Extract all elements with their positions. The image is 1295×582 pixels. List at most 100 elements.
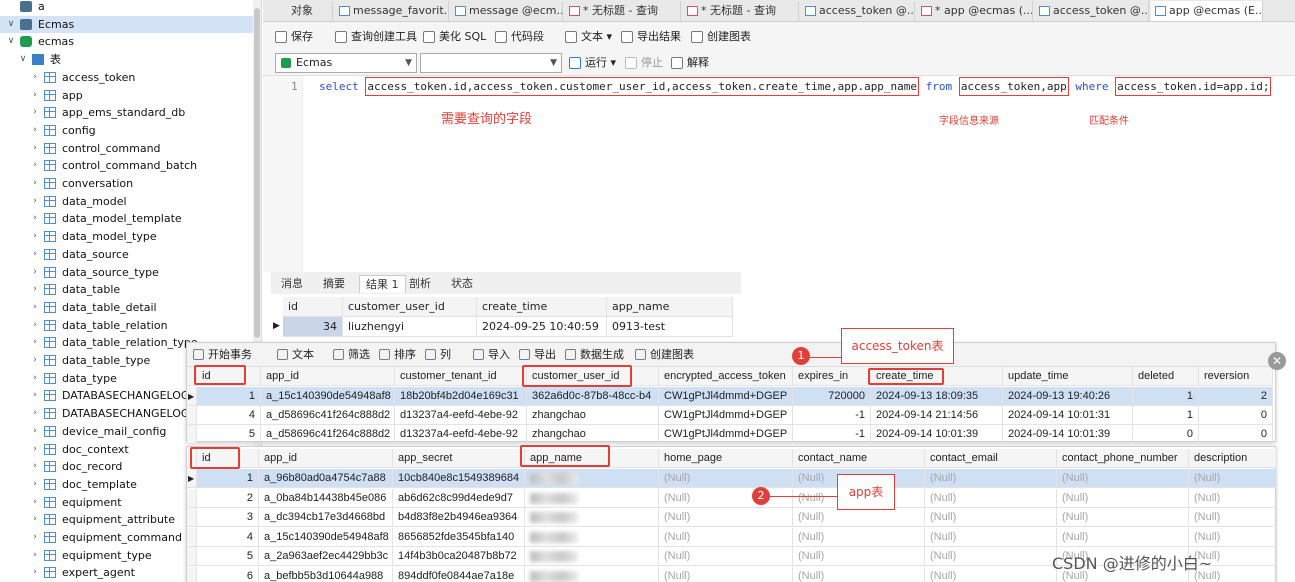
column-header[interactable]: contact_phone_number	[1057, 449, 1189, 468]
column-header[interactable]: app_secret	[393, 449, 525, 468]
editor-tab[interactable]: message_favorit...	[335, 1, 449, 21]
chevron-right-icon[interactable]: ›	[30, 476, 40, 493]
close-icon[interactable]: ✕	[1268, 352, 1286, 370]
grid-cell[interactable]: a_dc394cb17e3d4668bd	[259, 508, 393, 527]
tree-item[interactable]: › config	[0, 122, 261, 139]
grid-cell[interactable]: ab6d62c8c99d4ede9d7	[393, 488, 525, 508]
row-pointer-icon[interactable]: ▶	[187, 469, 197, 488]
grid-cell[interactable]	[525, 566, 659, 582]
chevron-right-icon[interactable]: ›	[30, 547, 40, 564]
chevron-right-icon[interactable]: ›	[30, 564, 40, 581]
grid-cell[interactable]: (Null)	[793, 547, 925, 566]
chevron-down-icon[interactable]: ∨	[18, 51, 28, 68]
import-button[interactable]: 导入	[473, 348, 510, 362]
grid-cell[interactable]: d13237a4-eefd-4ebe-92	[395, 425, 527, 444]
grid-cell[interactable]: 3	[197, 508, 259, 527]
result-column-header[interactable]: create_time	[477, 297, 607, 317]
connection-select[interactable]: Ecmas ▼	[275, 53, 417, 73]
tree-item[interactable]: › app_ems_standard_db	[0, 104, 261, 121]
chevron-right-icon[interactable]: ›	[30, 317, 40, 334]
grid-cell[interactable]: 2024-09-14 10:01:39	[1003, 425, 1133, 444]
grid-cell[interactable]: zhangchao	[527, 425, 659, 444]
export-button[interactable]: 导出	[519, 348, 556, 362]
row-header[interactable]	[187, 566, 197, 582]
grid-cell[interactable]: (Null)	[659, 469, 793, 488]
column-header[interactable]: home_page	[659, 449, 793, 468]
grid-cell[interactable]	[525, 527, 659, 547]
grid-cell[interactable]: 2024-09-14 10:01:31	[1003, 406, 1133, 425]
chevron-right-icon[interactable]: ›	[30, 370, 40, 387]
grid-cell[interactable]: (Null)	[659, 488, 793, 508]
chevron-right-icon[interactable]: ›	[30, 387, 40, 404]
tree-item[interactable]: › conversation	[0, 175, 261, 192]
grid-cell[interactable]: a_15c140390de54948af8	[261, 387, 395, 406]
chevron-right-icon[interactable]: ›	[30, 140, 40, 157]
editor-tab[interactable]: * 无标题 - 查询	[683, 1, 799, 21]
grid-cell[interactable]: 5	[197, 425, 261, 444]
save-button[interactable]: 保存	[275, 29, 313, 45]
grid-cell[interactable]: CW1gPtJl4dmmd+DGEP	[659, 425, 793, 444]
grid-cell[interactable]: a_96b80ad0a4754c7a88	[259, 469, 393, 488]
row-header[interactable]	[187, 488, 197, 508]
grid-cell[interactable]: 6	[197, 566, 259, 582]
editor-tab[interactable]: 对象	[285, 1, 333, 21]
tree-item[interactable]: › data_table_detail	[0, 299, 261, 316]
tree-item[interactable]: › data_source	[0, 246, 261, 263]
grid-cell[interactable]: (Null)	[925, 547, 1057, 566]
result-tab[interactable]: 结果 1	[359, 275, 406, 293]
chevron-right-icon[interactable]: ›	[30, 104, 40, 121]
query-builder-button[interactable]: 查询创建工具	[335, 29, 417, 45]
tree-item[interactable]: a	[0, 0, 261, 15]
grid-cell[interactable]: zhangchao	[527, 406, 659, 425]
column-header[interactable]: app_id	[259, 449, 393, 468]
columns-button[interactable]: 列	[425, 348, 451, 362]
chevron-right-icon[interactable]: ›	[30, 334, 40, 351]
result-tab[interactable]: 状态	[445, 275, 479, 293]
editor-tab[interactable]: access_token @...	[801, 1, 915, 21]
grid-cell[interactable]: a_befbb5b3d10644a988	[259, 566, 393, 582]
grid-cell[interactable]: (Null)	[793, 566, 925, 582]
sort-button[interactable]: 排序	[379, 348, 416, 362]
database-select[interactable]: ▼	[420, 53, 562, 73]
code-snippet-button[interactable]: 代码段	[495, 29, 544, 45]
column-header[interactable]: update_time	[1003, 367, 1133, 386]
chevron-right-icon[interactable]: ›	[30, 511, 40, 528]
chevron-right-icon[interactable]: ›	[30, 441, 40, 458]
result-grid[interactable]: id customer_user_id create_time app_name ▶ 34…	[271, 296, 733, 338]
grid-cell[interactable]: 10cb840e8c1549389684	[393, 469, 525, 488]
grid-cell[interactable]: 14f4b3b0ca20487b8b72	[393, 547, 525, 566]
grid-cell[interactable]: CW1gPtJl4dmmd+DGEP	[659, 387, 793, 406]
chevron-down-icon[interactable]: ∨	[6, 33, 16, 50]
chevron-right-icon[interactable]: ›	[30, 157, 40, 174]
chevron-right-icon[interactable]: ›	[30, 246, 40, 263]
tree-item[interactable]: › data_source_type	[0, 264, 261, 281]
result-cell[interactable]: 0913-test	[607, 317, 733, 337]
grid-cell[interactable]	[525, 488, 659, 508]
grid-cell[interactable]: d13237a4-eefd-4ebe-92	[395, 406, 527, 425]
result-tab[interactable]: 摘要	[317, 275, 351, 293]
data-generation-button[interactable]: 数据生成	[565, 348, 624, 362]
result-column-header[interactable]: customer_user_id	[343, 297, 477, 317]
grid-cell[interactable]: (Null)	[1189, 508, 1277, 527]
chevron-right-icon[interactable]: ›	[30, 352, 40, 369]
column-header[interactable]: contact_email	[925, 449, 1057, 468]
grid-cell[interactable]: 2024-09-13 19:40:26	[1003, 387, 1133, 406]
text-mode-button[interactable]: 文本	[277, 348, 314, 362]
grid-cell[interactable]: (Null)	[925, 469, 1057, 488]
row-header[interactable]	[187, 527, 197, 547]
chevron-right-icon[interactable]: ›	[30, 458, 40, 475]
chevron-right-icon[interactable]: ›	[30, 494, 40, 511]
begin-transaction-button[interactable]: 开始事务	[193, 348, 252, 362]
run-button[interactable]: 运行 ▾	[569, 55, 616, 71]
result-tab[interactable]: 消息	[275, 275, 309, 293]
grid-cell[interactable]: (Null)	[925, 566, 1057, 582]
grid-cell[interactable]: (Null)	[1057, 469, 1189, 488]
stop-button[interactable]: 停止	[625, 55, 663, 71]
scrollbar-thumb[interactable]	[254, 8, 260, 338]
chevron-down-icon[interactable]: ∨	[6, 16, 16, 33]
grid-cell[interactable]: a_0ba84b14438b45e086	[259, 488, 393, 508]
grid-cell[interactable]: 0	[1199, 425, 1273, 444]
grid-cell[interactable]: a_15c140390de54948af8	[259, 527, 393, 547]
grid-cell[interactable]: 2024-09-14 10:01:39	[871, 425, 1003, 444]
explain-button[interactable]: 解释	[671, 55, 709, 71]
